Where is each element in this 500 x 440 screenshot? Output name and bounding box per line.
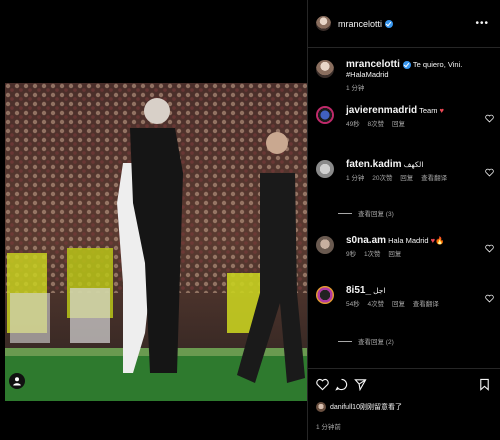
user-tag-button[interactable] [9, 373, 25, 389]
heart-icon[interactable] [485, 168, 494, 177]
caption-avatar[interactable] [316, 60, 334, 78]
translate-button[interactable]: 查看翻译 [421, 175, 447, 182]
media-pane [0, 0, 307, 440]
comment-likes[interactable]: 4次赞 [368, 301, 385, 308]
translate-button[interactable]: 查看翻译 [413, 301, 439, 308]
comment-emoji: ♥🔥 [430, 236, 445, 245]
view-replies-button[interactable]: 查看回复 (3) [338, 208, 394, 218]
reply-button[interactable]: 回复 [392, 121, 405, 128]
comment-username[interactable]: javierenmadrid [346, 105, 417, 116]
comment-text: Team [419, 106, 438, 115]
comment-time: 9秒 [346, 251, 357, 258]
view-replies-button[interactable]: 查看回复 (2) [338, 336, 394, 346]
comment-time: 1 分钟 [346, 175, 365, 182]
verified-badge-icon [385, 19, 394, 28]
verified-badge-icon [402, 61, 411, 70]
comment-username[interactable]: faten.kadim [346, 159, 402, 170]
caption-time: 1 分钟 [346, 85, 365, 92]
reply-button[interactable]: 回复 [388, 251, 401, 258]
comment-likes[interactable]: 20次赞 [372, 175, 392, 182]
comment-text: الكهف [403, 160, 424, 169]
post-header: mrancelotti ••• [308, 0, 500, 48]
comment-username[interactable]: s0na.am [346, 235, 386, 246]
share-send-icon[interactable] [354, 378, 367, 391]
replies-divider [338, 340, 352, 342]
comment-icon[interactable] [335, 378, 348, 391]
comment-text: Hala Madrid [388, 236, 429, 245]
replies-divider [338, 212, 352, 214]
liked-by-row: danifull10刚刚留意看了 [316, 402, 402, 412]
post-photo-image [5, 83, 307, 401]
comment-avatar[interactable] [316, 236, 334, 254]
bookmark-icon[interactable] [478, 378, 491, 391]
comment-avatar[interactable] [316, 106, 334, 124]
caption-username[interactable]: mrancelotti [346, 59, 400, 70]
author-avatar[interactable] [316, 16, 331, 31]
post-side-panel: mrancelotti ••• mrancelotti Te quiero, V… [307, 0, 500, 440]
comments-list[interactable]: mrancelotti Te quiero, Vini. #HalaMadrid… [308, 48, 500, 368]
view-replies-label: 查看回复 (2) [358, 339, 394, 346]
post-photo[interactable] [5, 83, 307, 401]
reply-button[interactable]: 回复 [392, 301, 405, 308]
post-actions-bar [308, 368, 500, 400]
comment-text: اجل [373, 286, 386, 295]
more-horizontal-icon[interactable]: ••• [475, 18, 489, 29]
author-username[interactable]: mrancelotti [338, 19, 382, 29]
liked-by-avatar[interactable] [316, 402, 326, 412]
comment-time: 49秒 [346, 121, 360, 128]
comment-avatar[interactable] [316, 286, 334, 304]
heart-icon[interactable] [485, 294, 494, 303]
like-heart-icon[interactable] [316, 378, 329, 391]
comment-username[interactable]: 8i51_ [346, 285, 371, 296]
comment-likes[interactable]: 8次赞 [368, 121, 385, 128]
heart-icon[interactable] [485, 114, 494, 123]
comment-likes[interactable]: 1次赞 [364, 251, 381, 258]
liked-by-text[interactable]: danifull10刚刚留意看了 [330, 402, 402, 412]
person-icon [13, 377, 21, 386]
view-replies-label: 查看回复 (3) [358, 211, 394, 218]
comment-avatar[interactable] [316, 160, 334, 178]
comment-time: 54秒 [346, 301, 360, 308]
comment-emoji: ♥ [439, 106, 444, 115]
post-time: 1 分钟前 [316, 424, 341, 431]
reply-button[interactable]: 回复 [400, 175, 413, 182]
heart-icon[interactable] [485, 244, 494, 253]
